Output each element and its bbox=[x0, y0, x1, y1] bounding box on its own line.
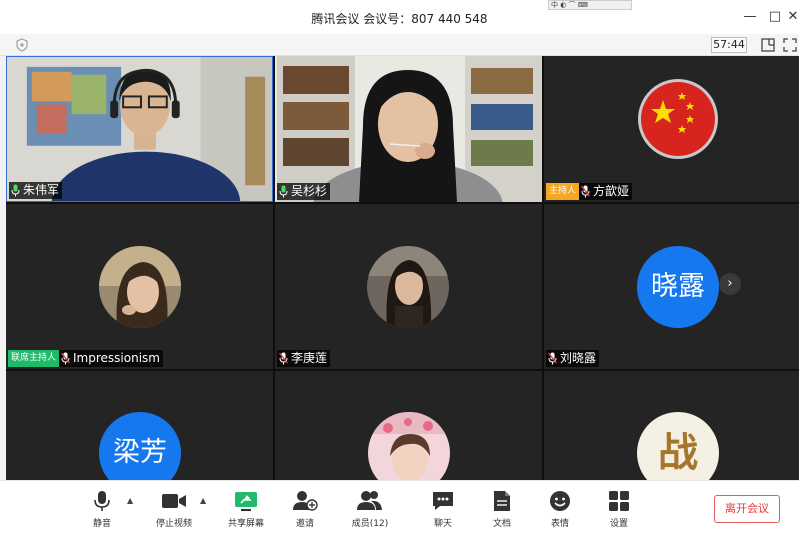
video-tile-li-genglian[interactable]: 李庚莲 bbox=[275, 204, 542, 369]
video-tile-liu-xiaolu[interactable]: 晓露 刘晓露 bbox=[544, 204, 799, 369]
meeting-window: 腾讯会议 会议号：807 440 548 中 ◐ ⌒ ⌨ — □ ✕ 57:44 bbox=[0, 0, 799, 536]
participant-name: 吴杉杉 bbox=[291, 184, 328, 198]
cohost-badge: 联席主持人 bbox=[8, 350, 60, 367]
name-bar: 刘晓露 bbox=[546, 350, 600, 367]
participant-name: 方歆娅 bbox=[593, 184, 630, 198]
name-bar: 朱伟军 bbox=[9, 182, 63, 199]
chat-label: 聊天 bbox=[433, 519, 452, 529]
docs-button[interactable]: 文档 bbox=[487, 490, 517, 532]
docs-label: 文档 bbox=[492, 519, 511, 529]
camera-feed bbox=[275, 56, 542, 202]
name-tag: 李庚莲 bbox=[277, 350, 331, 367]
stop-video-label: 停止视频 bbox=[155, 519, 192, 529]
text-avatar: 战 bbox=[637, 412, 719, 480]
name-bar: 李庚莲 bbox=[277, 350, 331, 367]
invite-label: 邀请 bbox=[295, 519, 314, 529]
leave-meeting-button[interactable]: 离开会议 bbox=[714, 495, 780, 523]
participant-name: 刘晓露 bbox=[560, 351, 597, 365]
mute-button[interactable]: 静音 bbox=[86, 490, 118, 532]
title-bar: 腾讯会议 会议号：807 440 548 中 ◐ ⌒ ⌨ — □ ✕ bbox=[0, 0, 799, 34]
name-tag: Impressionism bbox=[59, 350, 163, 367]
video-options-caret[interactable]: ▲ bbox=[200, 496, 210, 505]
video-tile-fang-xinya[interactable]: 主持人 方歆娅 bbox=[544, 56, 799, 202]
ime-toolbar[interactable]: 中 ◐ ⌒ ⌨ bbox=[548, 0, 632, 10]
fullscreen-icon[interactable] bbox=[782, 37, 798, 53]
camera-feed bbox=[7, 57, 272, 201]
window-title: 腾讯会议 会议号：807 440 548 bbox=[311, 12, 488, 26]
share-screen-label: 共享屏幕 bbox=[227, 519, 264, 529]
settings-button[interactable]: 设置 bbox=[604, 490, 634, 532]
minimize-button[interactable]: — bbox=[741, 8, 759, 26]
chat-button[interactable]: 聊天 bbox=[428, 490, 458, 532]
mic-on-icon bbox=[11, 184, 20, 197]
photo-avatar bbox=[368, 412, 450, 480]
name-tag: 方歆娅 bbox=[579, 183, 633, 200]
shield-icon[interactable] bbox=[16, 38, 28, 52]
share-screen-button[interactable]: 共享屏幕 bbox=[225, 490, 267, 532]
invite-user-icon bbox=[293, 491, 318, 511]
video-tile-liang-fang[interactable]: 梁芳 bbox=[6, 371, 273, 480]
text-avatar: 梁芳 bbox=[99, 412, 181, 480]
apps-grid-icon bbox=[609, 491, 629, 511]
members-icon bbox=[357, 491, 382, 510]
layout-icon[interactable] bbox=[760, 37, 776, 53]
mic-muted-icon bbox=[279, 352, 288, 365]
members-button[interactable]: 成员(12) bbox=[350, 490, 390, 532]
next-page-arrow-button[interactable]: › bbox=[719, 273, 741, 295]
mute-label: 静音 bbox=[92, 519, 111, 529]
mic-muted-icon bbox=[548, 352, 557, 365]
video-camera-icon bbox=[162, 494, 186, 508]
chat-bubble-icon bbox=[433, 492, 453, 510]
name-tag: 朱伟军 bbox=[9, 182, 63, 199]
video-tile-participant-8[interactable] bbox=[275, 371, 542, 480]
host-badge: 主持人 bbox=[546, 183, 580, 200]
smiley-icon bbox=[550, 491, 570, 511]
reactions-label: 表情 bbox=[550, 519, 569, 529]
settings-label: 设置 bbox=[609, 519, 628, 529]
name-tag: 刘晓露 bbox=[546, 350, 600, 367]
name-tag: 吴杉杉 bbox=[277, 183, 331, 200]
text-avatar: 晓露 bbox=[637, 246, 719, 328]
mic-muted-icon bbox=[61, 352, 71, 365]
audio-options-caret[interactable]: ▲ bbox=[127, 496, 137, 505]
photo-avatar bbox=[367, 246, 449, 328]
video-tile-zhan[interactable]: 战 bbox=[544, 371, 799, 480]
microphone-icon bbox=[94, 491, 110, 511]
mic-muted-icon bbox=[581, 185, 591, 198]
video-tile-zhu-weijun[interactable]: 朱伟军 bbox=[6, 56, 273, 202]
stop-video-button[interactable]: 停止视频 bbox=[152, 490, 196, 532]
members-label: 成员(12) bbox=[351, 519, 389, 529]
mic-on-icon bbox=[279, 185, 288, 198]
video-grid: 朱伟军 吴杉杉 主持人 方歆娅 联席主持人 Impressionism 李庚莲 … bbox=[6, 56, 799, 480]
share-screen-icon bbox=[235, 492, 257, 511]
close-button[interactable]: ✕ bbox=[784, 8, 799, 26]
name-bar: 联席主持人 Impressionism bbox=[8, 350, 163, 367]
meeting-timer: 57:44 bbox=[711, 37, 747, 53]
document-icon bbox=[494, 491, 510, 511]
invite-button[interactable]: 邀请 bbox=[290, 490, 320, 532]
meeting-toolbar: 静音 ▲ 停止视频 ▲ 共享屏幕 邀请 成员(12) 聊天 文档 表情 设置 离… bbox=[0, 480, 799, 536]
flag-avatar bbox=[638, 79, 718, 159]
participant-name: 朱伟军 bbox=[23, 183, 60, 197]
name-bar: 吴杉杉 bbox=[277, 183, 331, 200]
photo-avatar bbox=[99, 246, 181, 328]
reactions-button[interactable]: 表情 bbox=[545, 490, 575, 532]
meeting-info-bar: 57:44 bbox=[0, 34, 799, 56]
maximize-button[interactable]: □ bbox=[766, 8, 784, 26]
video-tile-wu-shanshan[interactable]: 吴杉杉 bbox=[275, 56, 542, 202]
video-tile-impressionism[interactable]: 联席主持人 Impressionism bbox=[6, 204, 273, 369]
participant-name: 李庚莲 bbox=[291, 351, 328, 365]
participant-name: Impressionism bbox=[73, 351, 160, 365]
name-bar: 主持人 方歆娅 bbox=[546, 183, 633, 200]
